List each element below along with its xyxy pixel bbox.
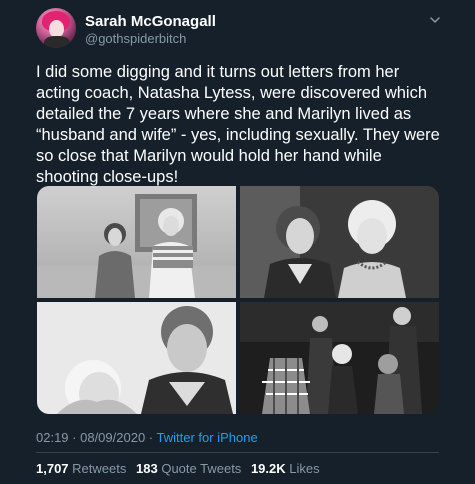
retweets-count: 1,707 (36, 461, 69, 476)
tweet-text: I did some digging and it turns out lett… (36, 63, 440, 186)
profile-avatar[interactable] (36, 8, 76, 48)
likes-label: Likes (289, 461, 320, 476)
photo-3[interactable] (37, 302, 236, 414)
chevron-down-icon[interactable] (429, 14, 441, 26)
retweets-label: Retweets (72, 461, 127, 476)
quote-tweets-count: 183 (136, 461, 158, 476)
quote-tweets-label: Quote Tweets (161, 461, 242, 476)
photo-1[interactable] (37, 186, 236, 298)
display-name[interactable]: Sarah McGonagall (85, 13, 216, 30)
divider (36, 452, 439, 453)
tweet-source-link[interactable]: Twitter for iPhone (157, 430, 258, 445)
likes-stat[interactable]: 19.2K Likes (251, 461, 320, 476)
photo-4[interactable] (240, 302, 439, 414)
tweet-card[interactable]: Sarah McGonagall @gothspiderbitch I did … (0, 0, 475, 484)
retweets-stat[interactable]: 1,707 Retweets (36, 461, 126, 476)
tweet-stats: 1,707 Retweets 183 Quote Tweets 19.2K Li… (36, 461, 326, 476)
meta-separator: · (145, 430, 157, 445)
tweet-date: 08/09/2020 (80, 430, 146, 445)
likes-count: 19.2K (250, 461, 286, 476)
user-handle[interactable]: @gothspiderbitch (85, 31, 186, 46)
tweet-meta: 02:19 · 08/09/2020 · Twitter for iPhone (36, 430, 258, 445)
quote-tweets-stat[interactable]: 183 Quote Tweets (136, 461, 241, 476)
tweet-time: 02:19 (36, 430, 69, 445)
meta-separator: · (68, 430, 81, 445)
media-grid[interactable] (37, 186, 439, 414)
photo-2[interactable] (240, 186, 439, 298)
